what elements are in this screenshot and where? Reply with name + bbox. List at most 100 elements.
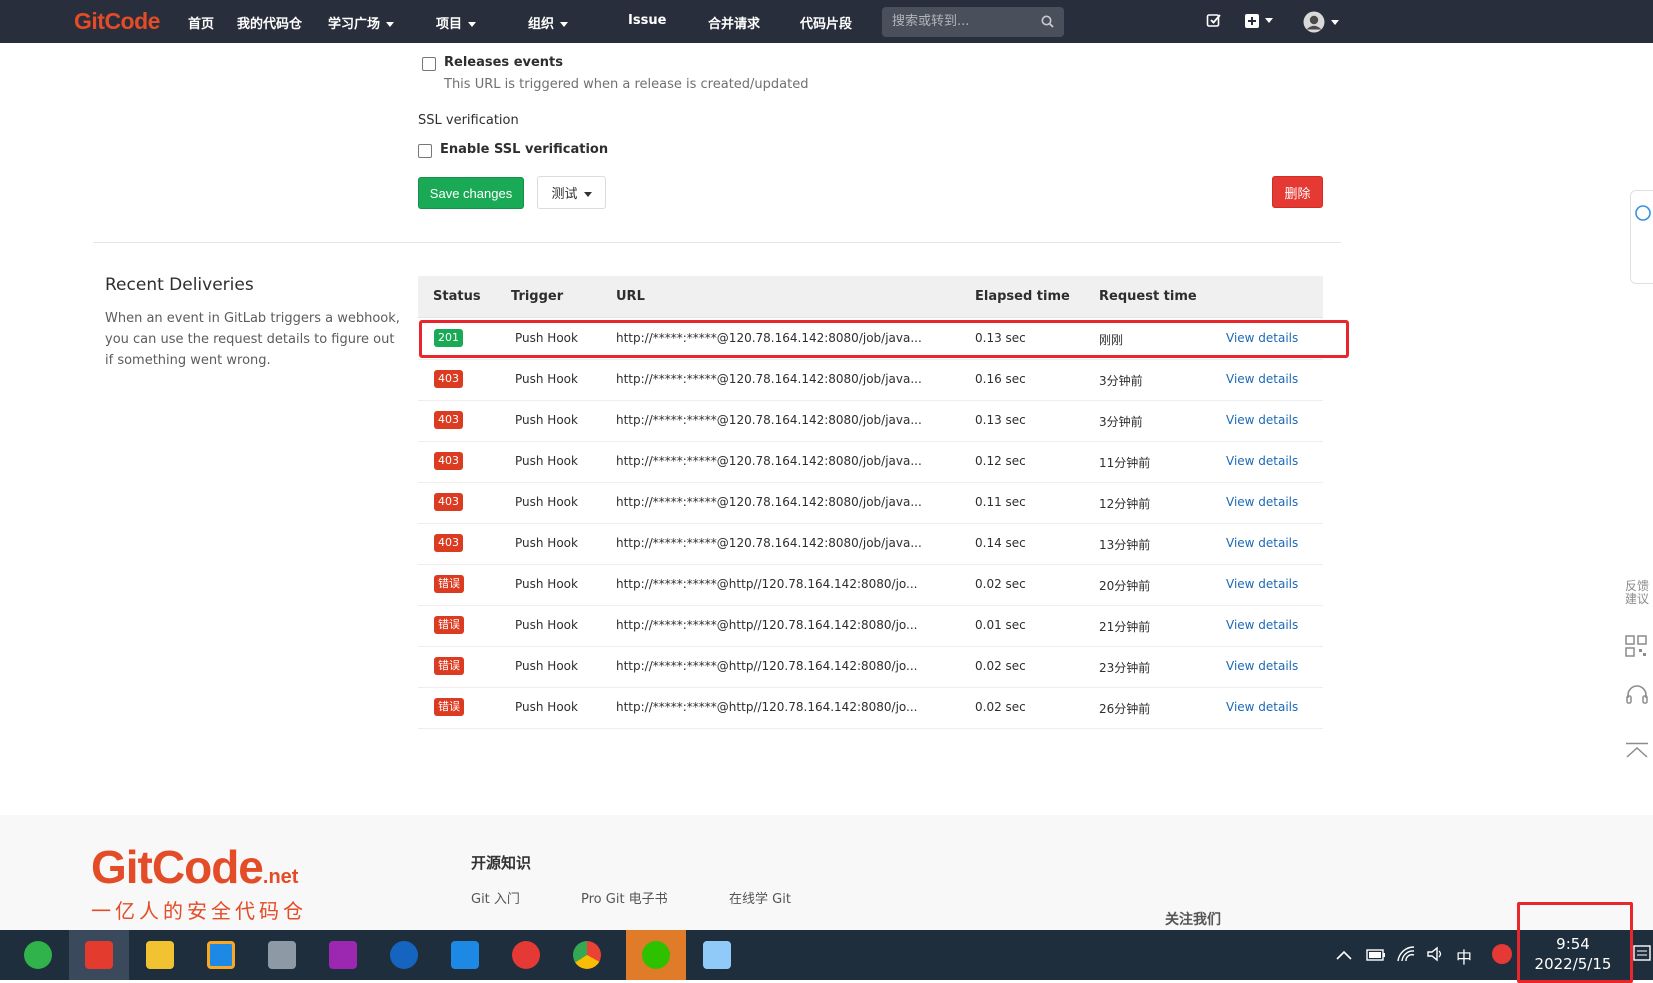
request-time-cell: 26分钟前 (1099, 702, 1151, 716)
status-badge: 错误 (434, 616, 464, 634)
headset-support-icon[interactable] (1625, 684, 1649, 706)
footer-link-pro-git[interactable]: Pro Git 电子书 (581, 888, 668, 907)
battery-icon[interactable] (1366, 948, 1386, 962)
url-cell: http://*****:*****@120.78.164.142:8080/j… (616, 372, 922, 386)
new-item-dropdown[interactable] (1245, 13, 1273, 32)
view-details-link[interactable]: View details (1226, 659, 1298, 673)
ime-indicator[interactable]: 中 (1456, 944, 1472, 968)
taskbar-app-calendar[interactable] (435, 930, 495, 980)
wps-icon (85, 941, 113, 969)
status-badge: 403 (434, 452, 463, 470)
elapsed-time-cell: 0.16 sec (975, 372, 1026, 386)
search-input[interactable] (890, 13, 1034, 30)
notepad-icon (703, 941, 731, 969)
nav-groups[interactable]: 组织 (528, 13, 569, 32)
taskbar-app-chrome[interactable] (557, 930, 617, 980)
releases-events-checkbox[interactable] (422, 57, 436, 71)
search-box[interactable] (882, 7, 1064, 37)
col-elapsed-time: Elapsed time (975, 289, 1070, 304)
volume-icon[interactable] (1426, 946, 1444, 962)
top-navbar: GitCode 首页 我的代码仓 学习广场 项目 组织 Issue 合并请求 代… (0, 0, 1653, 43)
status-badge: 403 (434, 534, 463, 552)
elapsed-time-cell: 0.02 sec (975, 577, 1026, 591)
notes-icon (1635, 205, 1651, 221)
enable-ssl-checkbox[interactable] (418, 144, 432, 158)
user-menu[interactable] (1303, 11, 1339, 37)
test-dropdown-button[interactable]: 测试 (537, 176, 606, 209)
nav-home[interactable]: 首页 (188, 13, 214, 32)
table-row: 错误 Push Hook http://*****:*****@http//120.… (418, 687, 1323, 729)
nav-projects[interactable]: 项目 (436, 13, 477, 32)
view-details-link[interactable]: View details (1226, 577, 1298, 591)
table-row: 错误 Push Hook http://*****:*****@http//120.… (418, 605, 1323, 647)
table-row: 403 Push Hook http://*****:*****@120.78.16… (418, 482, 1323, 524)
request-time-cell: 11分钟前 (1099, 456, 1151, 470)
nav-projects-label: 项目 (436, 17, 463, 32)
request-time-cell: 21分钟前 (1099, 620, 1151, 634)
taskbar-app-browser-360[interactable] (8, 930, 68, 980)
view-details-link[interactable]: View details (1226, 372, 1298, 386)
test-button-label: 测试 (551, 186, 578, 201)
trigger-cell: Push Hook (515, 618, 578, 632)
trigger-cell: Push Hook (515, 495, 578, 509)
footer-link-learn-git[interactable]: 在线学 Git (729, 888, 791, 907)
view-details-link[interactable]: View details (1226, 618, 1298, 632)
elapsed-time-cell: 0.13 sec (975, 413, 1026, 427)
nav-issue[interactable]: Issue (628, 13, 666, 28)
url-cell: http://*****:*****@120.78.164.142:8080/j… (616, 495, 922, 509)
taskbar-app-netease[interactable] (496, 930, 556, 980)
annotation-highlight-box (419, 320, 1349, 358)
footer-link-git-intro[interactable]: Git 入门 (471, 888, 520, 907)
table-row: 403 Push Hook http://*****:*****@120.78.16… (418, 359, 1323, 401)
elapsed-time-cell: 0.01 sec (975, 618, 1026, 632)
trigger-cell: Push Hook (515, 577, 578, 591)
view-details-link[interactable]: View details (1226, 536, 1298, 550)
feedback-button[interactable]: 反馈建议 (1625, 580, 1653, 606)
nav-snippets[interactable]: 代码片段 (800, 13, 852, 32)
remote-desktop-icon (207, 941, 235, 969)
taskbar-app-file-explorer[interactable] (130, 930, 190, 980)
delete-button[interactable]: 删除 (1272, 176, 1323, 208)
taskbar-app-wps[interactable] (69, 930, 129, 980)
sogou-input-icon[interactable] (1492, 944, 1512, 964)
chevron-down-icon (560, 22, 569, 27)
chevron-up-icon[interactable] (1336, 950, 1352, 960)
back-to-top-icon[interactable] (1625, 742, 1649, 760)
nav-my-repos[interactable]: 我的代码仓 (237, 13, 302, 32)
footer-slogan: 一亿人的安全代码仓 (91, 899, 307, 923)
nav-merge-requests[interactable]: 合并请求 (708, 13, 760, 32)
request-time-cell: 3分钟前 (1099, 374, 1143, 388)
intellij-icon (329, 941, 357, 969)
wifi-icon[interactable] (1397, 946, 1415, 962)
url-cell: http://*****:*****@http//120.78.164.142:… (616, 618, 918, 632)
nav-learning[interactable]: 学习广场 (328, 13, 395, 32)
releases-events-help: This URL is triggered when a release is … (444, 77, 809, 92)
search-icon (1041, 15, 1054, 28)
chevron-down-icon (468, 22, 477, 27)
side-notes-widget[interactable] (1630, 190, 1653, 284)
view-details-link[interactable]: View details (1226, 495, 1298, 509)
url-cell: http://*****:*****@120.78.164.142:8080/j… (616, 536, 922, 550)
view-details-link[interactable]: View details (1226, 413, 1298, 427)
taskbar-app-maps[interactable] (374, 930, 434, 980)
folder-icon (146, 941, 174, 969)
url-cell: http://*****:*****@120.78.164.142:8080/j… (616, 413, 922, 427)
view-details-link[interactable]: View details (1226, 454, 1298, 468)
status-badge: 错误 (434, 657, 464, 675)
taskbar-app-wechat[interactable] (626, 930, 686, 980)
gitcode-logo[interactable]: GitCode (74, 8, 160, 35)
todo-icon[interactable] (1206, 12, 1222, 28)
view-details-link[interactable]: View details (1226, 700, 1298, 714)
chevron-down-icon (1265, 18, 1273, 23)
taskbar-app-image-viewer[interactable] (252, 930, 312, 980)
taskbar-app-intellij[interactable] (313, 930, 373, 980)
taskbar-app-notes[interactable] (687, 930, 747, 980)
taskbar-app-remote[interactable] (191, 930, 251, 980)
qr-code-icon[interactable] (1625, 635, 1647, 657)
col-trigger: Trigger (511, 289, 564, 304)
nav-learning-label: 学习广场 (328, 17, 381, 32)
footer-logo-suffix: .net (262, 866, 299, 888)
notification-icon[interactable] (1633, 944, 1651, 964)
elapsed-time-cell: 0.11 sec (975, 495, 1026, 509)
save-changes-button[interactable]: Save changes (418, 177, 524, 209)
